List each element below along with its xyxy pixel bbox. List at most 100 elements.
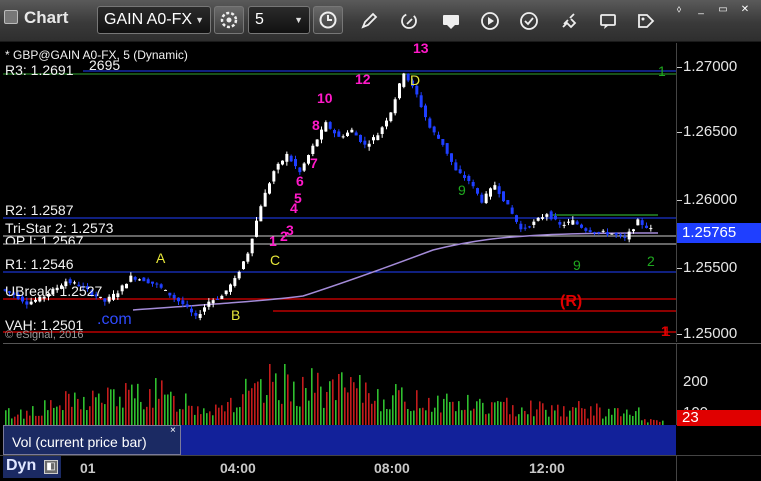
annotations-group: ABCD(R)1 234567810121399 211 [156,40,671,339]
candle-body [549,211,553,220]
volume-bar [521,407,523,426]
volume-bar [230,397,232,426]
volume-bar [554,410,556,426]
candle-body [302,163,306,171]
volume-bar [71,406,73,426]
symbol-selector[interactable]: GAIN A0-FX ▼ [97,6,211,34]
comment-icon[interactable] [597,10,619,32]
volume-bar [377,389,379,426]
get-icon[interactable] [440,10,462,32]
count-magenta: 10 [317,90,333,106]
tag-window-icon[interactable]: ⬨ [668,3,690,17]
volume-bar [473,408,475,426]
candle-body [138,279,141,281]
close-icon[interactable]: × [170,425,176,436]
volume-bar [281,403,283,426]
volume-bar [458,401,460,426]
candle-body [484,193,488,204]
r1-label: R1: 1.2546 [5,256,74,272]
volume-bar [83,396,85,426]
volume-bar [62,410,64,426]
volume-bar [101,402,103,426]
chart-toolbar: Chart GAIN A0-FX ▼ 5 ▼ ⬨ _ ▭ ✕ [0,0,761,42]
candle-body [367,143,371,147]
candle-body [385,120,388,127]
volume-bar [251,388,253,426]
candle-body [203,307,206,312]
volume-bar [452,401,454,426]
settings-button[interactable] [214,6,244,34]
volume-axis[interactable]: 200 100 23 [676,343,761,426]
candle-body [272,171,276,182]
annotation-r: (R) [560,293,582,310]
candle-body [419,95,423,108]
count-green: 9 [458,182,466,198]
close-icon[interactable]: ✕ [734,3,756,17]
volume-bar [347,392,349,426]
candle-body [216,298,219,300]
price-tick-label: 1.26500 [683,123,738,140]
axis-tick [677,334,682,335]
candle-body [640,220,644,225]
volume-bar [356,388,358,426]
candle-body [285,153,289,162]
candle-body [328,122,332,129]
window-title-text: Chart [24,8,69,27]
price-tick-label: 1.27000 [683,58,738,75]
price-chart[interactable]: A B C D (R) 1 2 3 4 5 6 7 8 10 12 13 9 9 2 1 1 * GBP@GAIN A0… [3,40,676,342]
link-icon[interactable] [558,10,580,32]
volume-bar [203,408,205,426]
volume-bar [638,407,640,426]
current-price-badge: 1.25765 [677,223,761,243]
candle-body [142,277,146,282]
volume-bar [353,382,355,426]
volume-bar [398,390,400,426]
volume-bar [155,378,157,426]
time-axis[interactable]: 01 04:00 08:00 12:00 [0,455,676,481]
volume-bar [125,383,127,426]
time-button[interactable] [313,6,343,34]
volume-legend[interactable]: Vol (current price bar) [3,425,181,455]
minimize-icon[interactable]: _ [690,3,712,17]
volume-bar [542,403,544,426]
alert-icon[interactable] [518,10,540,32]
dyn-settings-icon[interactable]: ◧ [44,460,58,474]
volume-chart[interactable] [3,343,676,426]
candle-body [320,129,323,140]
chevron-down-icon: ▼ [294,15,303,25]
volume-bar [476,401,478,426]
volume-bar [239,407,241,426]
volume-bar [539,401,541,426]
candle-body [229,284,232,292]
candle-body [168,292,172,296]
volume-legend-text: Vol (current price bar) [12,434,147,450]
maximize-icon[interactable]: ▭ [712,3,734,17]
price-chart-svg: ABCD(R)1 234567810121399 211 [3,40,676,339]
refresh-icon[interactable] [398,10,420,32]
price-axis[interactable]: 1.27000 1.26500 1.26000 1.25500 1.25000 … [661,43,761,342]
candle-body [237,271,241,279]
volume-bar [617,408,619,426]
volume-bar [95,397,97,426]
volume-bar [44,400,46,426]
pencil-icon[interactable] [358,10,380,32]
volume-bar [173,395,175,426]
current-volume-value: 23 [682,409,699,426]
volume-bar [197,406,199,426]
dynamic-toggle[interactable]: Dyn ◧ [3,456,61,478]
axis-tick [677,67,682,68]
volume-bar [386,408,388,426]
tag-icon[interactable] [635,10,657,32]
volume-legend-bar [181,425,676,455]
volume-bar [590,406,592,426]
candle-body [471,181,475,187]
volume-bar [248,390,250,426]
candle-body [402,73,406,87]
axis-tick [677,132,682,133]
candle-body [510,207,514,214]
interval-selector[interactable]: 5 ▼ [248,6,310,34]
volume-bar [524,410,526,426]
candle-body [454,162,458,171]
candle-body [298,167,302,173]
play-icon[interactable] [479,10,501,32]
